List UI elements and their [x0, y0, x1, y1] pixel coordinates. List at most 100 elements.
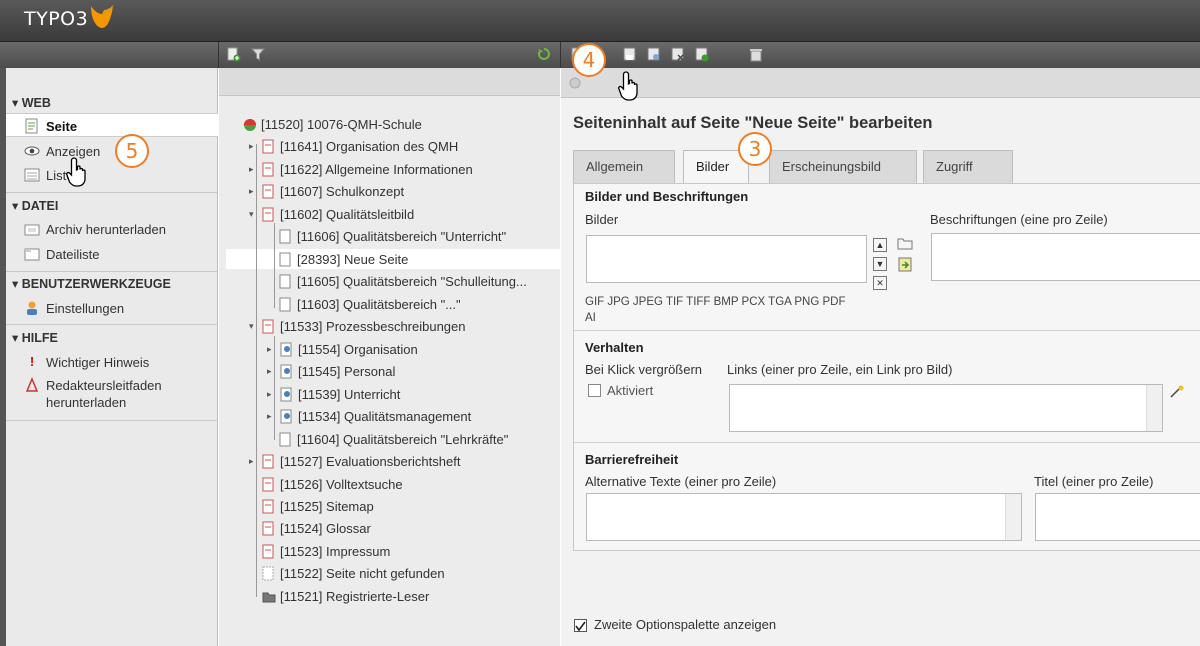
- toolbar-doc: [560, 42, 1200, 68]
- tree-node[interactable]: ▾ [11533] Prozessbeschreibungen: [249, 319, 466, 334]
- tree-node-label: [11525] Sitemap: [280, 499, 374, 514]
- captions-textarea[interactable]: [931, 233, 1200, 281]
- module-einstellungen[interactable]: Einstellungen: [24, 300, 124, 316]
- alt-texts-textarea[interactable]: [586, 493, 1022, 541]
- tab-allgemein[interactable]: Allgemein: [573, 150, 675, 183]
- collapse-icon[interactable]: ▾: [249, 209, 258, 220]
- page-icon: [262, 544, 274, 559]
- module-dateiliste[interactable]: Dateiliste: [24, 246, 99, 262]
- page-icon: [262, 566, 274, 581]
- expand-icon[interactable]: ▸: [249, 164, 258, 175]
- group-web[interactable]: ▾ WEB: [12, 95, 51, 110]
- module-hinweis-label: Wichtiger Hinweis: [46, 354, 150, 370]
- insert-image-icon[interactable]: [897, 257, 913, 272]
- tree-node-label: [11603] Qualitätsbereich "...": [297, 297, 461, 312]
- tree-node-label: [11606] Qualitätsbereich "Unterricht": [297, 229, 507, 244]
- move-down-icon[interactable]: ▼: [873, 257, 887, 271]
- tab-erscheinungsbild[interactable]: Erscheinungsbild: [769, 150, 917, 183]
- tab-zugriff[interactable]: Zugriff: [923, 150, 1013, 183]
- tree-node[interactable]: ▸ [11539] Unterricht: [267, 387, 400, 402]
- second-palette-label: Zweite Optionspalette anzeigen: [594, 617, 777, 632]
- tree-node-label: [11524] Glossar: [280, 521, 371, 536]
- folder-icon: [262, 592, 276, 603]
- scrollbar[interactable]: [1005, 494, 1021, 540]
- tree-node[interactable]: [11521] Registrierte-Leser: [262, 589, 429, 604]
- globe-icon: [244, 119, 256, 131]
- collapse-icon[interactable]: ▾: [249, 321, 258, 332]
- annotation-badge-4: 4: [572, 43, 606, 77]
- separator: [6, 324, 218, 325]
- tree-node[interactable]: ▸ [11641] Organisation des QMH: [249, 139, 458, 154]
- expand-icon[interactable]: ▸: [267, 411, 276, 422]
- tree-node-label: [11641] Organisation des QMH: [280, 139, 459, 154]
- filter-icon[interactable]: [251, 47, 265, 62]
- titles-label: Titel (einer pro Zeile): [1034, 474, 1154, 489]
- move-up-icon[interactable]: ▲: [873, 238, 887, 252]
- group-benutzerwerkzeuge[interactable]: ▾ BENUTZERWERKZEUGE: [12, 276, 171, 291]
- info-icon[interactable]: [569, 77, 581, 89]
- titles-textarea[interactable]: [1035, 493, 1200, 541]
- top-bar: TYPO3: [0, 0, 1200, 42]
- scrollbar[interactable]: [1146, 385, 1162, 431]
- content-area: Seiteninhalt auf Seite "Neue Seite" bear…: [561, 68, 1200, 646]
- tree-node[interactable]: ▸ [11527] Evaluationsberichtsheft: [249, 454, 460, 469]
- page-icon: [262, 139, 274, 154]
- tree-node[interactable]: [11604] Qualitätsbereich "Lehrkräfte": [279, 432, 508, 447]
- group-datei[interactable]: ▾ DATEI: [12, 198, 58, 213]
- tree-node[interactable]: ▸ [11607] Schulkonzept: [249, 184, 404, 199]
- page-icon: [262, 319, 274, 334]
- expand-icon[interactable]: ▸: [249, 186, 258, 197]
- tree-root[interactable]: [11520] 10076-QMH-Schule: [243, 117, 422, 132]
- annotation-badge-3: 3: [738, 132, 772, 166]
- tree-node[interactable]: ▸ [11545] Personal: [267, 364, 395, 379]
- tree-node-label: [11533] Prozessbeschreibungen: [280, 319, 466, 334]
- tree-node[interactable]: ▸ [11622] Allgemeine Informationen: [249, 162, 473, 177]
- module-redakteursleitfaden[interactable]: Redakteursleitfaden herunterladen: [24, 377, 194, 411]
- pdf-icon: [25, 377, 39, 392]
- tree-node[interactable]: [11522] Seite nicht gefunden: [262, 566, 445, 581]
- remove-icon[interactable]: ✕: [873, 276, 887, 290]
- delete-icon[interactable]: [749, 47, 763, 62]
- tree-header: [219, 68, 560, 96]
- tree-line: [274, 223, 275, 308]
- tree-node[interactable]: ▾ [11602] Qualitätsleitbild: [249, 207, 414, 222]
- link-wizard-icon[interactable]: [1169, 385, 1185, 399]
- expand-icon[interactable]: ▸: [267, 344, 276, 355]
- tree-node[interactable]: [11605] Qualitätsbereich "Schulleitung..…: [279, 274, 527, 289]
- tree-node[interactable]: [11603] Qualitätsbereich "...": [279, 297, 461, 312]
- module-seite[interactable]: Seite: [24, 118, 77, 134]
- tree-node[interactable]: [11525] Sitemap: [262, 499, 374, 514]
- save-icon[interactable]: [623, 47, 637, 62]
- links-textarea[interactable]: [729, 384, 1163, 432]
- tree-node[interactable]: ▸ [11554] Organisation: [267, 342, 418, 357]
- tree-node-label: [11521] Registrierte-Leser: [280, 589, 430, 604]
- images-list[interactable]: [586, 235, 867, 283]
- tree-node[interactable]: [11523] Impressum: [262, 544, 390, 559]
- group-hilfe[interactable]: ▾ HILFE: [12, 330, 58, 345]
- module-archiv[interactable]: Archiv herunterladen: [24, 221, 166, 237]
- tree-node[interactable]: [11526] Volltextsuche: [262, 477, 403, 492]
- expand-icon[interactable]: ▸: [267, 366, 276, 377]
- save-new-icon[interactable]: [695, 47, 709, 62]
- page-icon: [262, 499, 274, 514]
- page-icon: [279, 297, 291, 312]
- tree-node[interactable]: ▸ [11534] Qualitätsmanagement: [267, 409, 471, 424]
- user-page-icon: [280, 387, 292, 402]
- new-page-icon[interactable]: [227, 47, 241, 62]
- tree-node-selected[interactable]: [28393] Neue Seite: [279, 252, 408, 267]
- refresh-icon[interactable]: [537, 47, 551, 62]
- user-page-icon: [280, 364, 292, 379]
- folder-browse-icon[interactable]: [897, 237, 913, 250]
- second-palette-checkbox[interactable]: [574, 619, 587, 632]
- expand-icon[interactable]: ▸: [249, 141, 258, 152]
- exclamation-icon: !: [29, 354, 35, 369]
- section-images-title: Bilder und Beschriftungen: [585, 189, 749, 204]
- activated-checkbox[interactable]: [588, 384, 601, 397]
- save-close-icon[interactable]: [671, 47, 685, 62]
- module-wichtiger-hinweis[interactable]: ! Wichtiger Hinweis: [24, 354, 149, 370]
- expand-icon[interactable]: ▸: [267, 389, 276, 400]
- tree-node[interactable]: [11606] Qualitätsbereich "Unterricht": [279, 229, 506, 244]
- expand-icon[interactable]: ▸: [249, 456, 258, 467]
- tree-node[interactable]: [11524] Glossar: [262, 521, 371, 536]
- save-view-icon[interactable]: [647, 47, 661, 62]
